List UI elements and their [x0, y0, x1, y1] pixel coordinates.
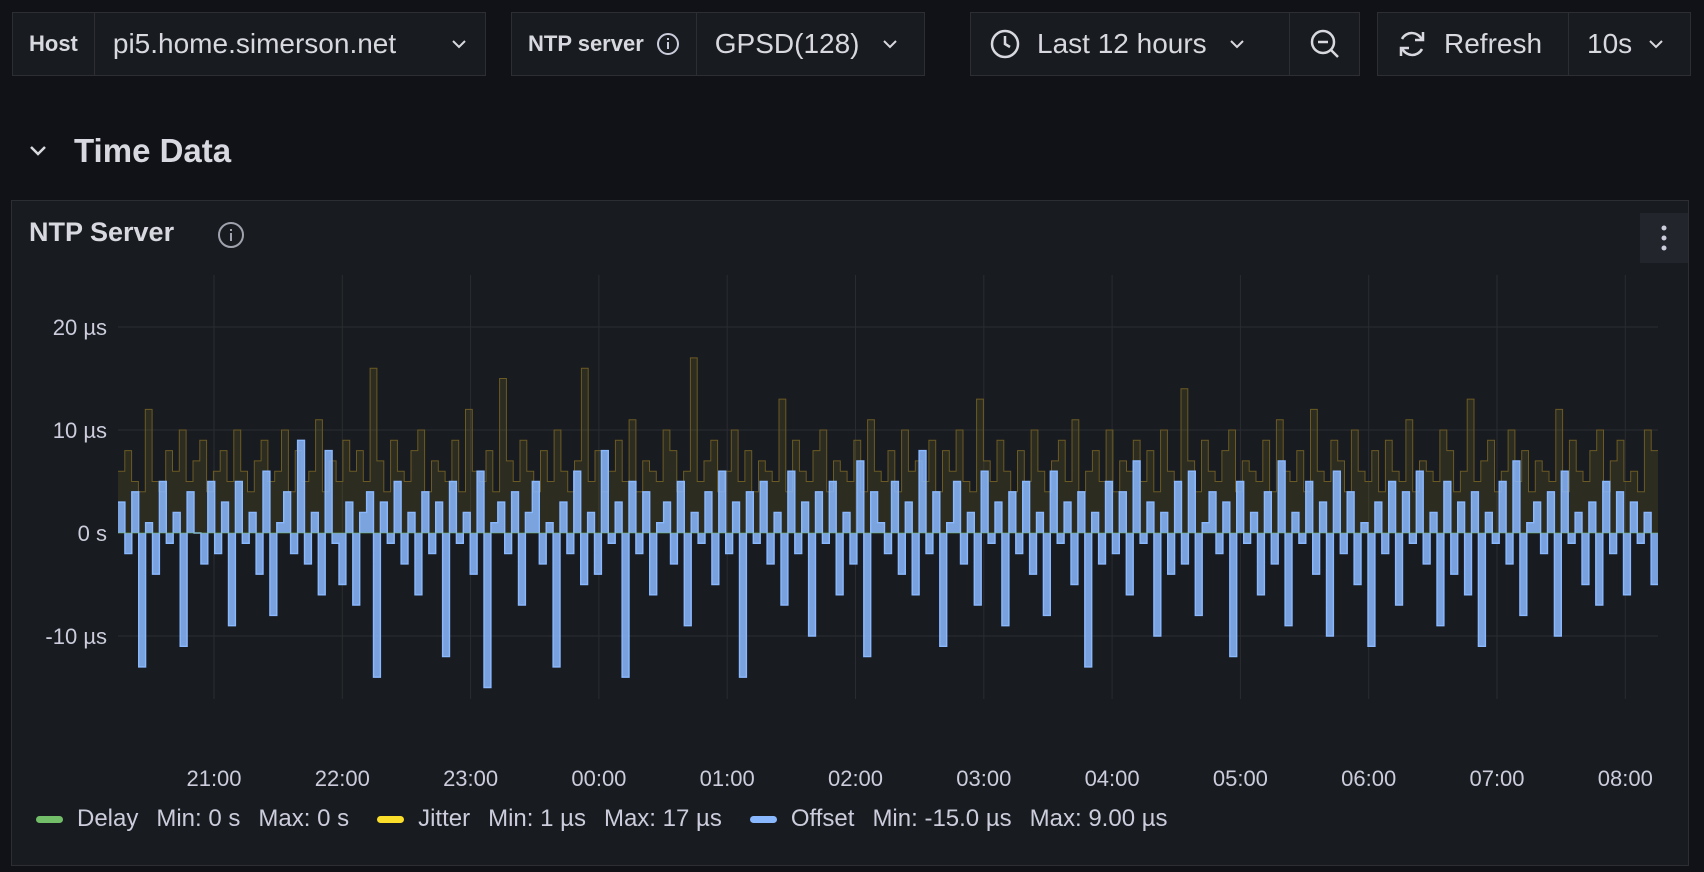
- y-tick-label: 0 s: [78, 521, 107, 546]
- ntp-select[interactable]: GPSD(128): [696, 12, 925, 76]
- chart-legend: Delay Min: 0 s Max: 0 s Jitter Min: 1 µs…: [36, 805, 1186, 833]
- time-range-value: Last 12 hours: [1037, 28, 1207, 59]
- dashboard-toolbar: Host pi5.home.simerson.net NTP server GP…: [0, 0, 1704, 90]
- legend-stat: Min: 1 µs: [488, 805, 586, 832]
- x-tick-label: 23:00: [443, 766, 498, 791]
- x-tick-label: 03:00: [956, 766, 1011, 791]
- legend-stat: Max: 0 s: [258, 805, 350, 832]
- chevron-down-icon: [1229, 39, 1245, 49]
- x-tick-label: 21:00: [186, 766, 241, 791]
- row-header[interactable]: Time Data: [26, 132, 231, 170]
- zoom-out-icon: [1309, 28, 1341, 60]
- more-vertical-icon: [1661, 225, 1667, 251]
- x-tick-label: 22:00: [315, 766, 370, 791]
- refresh-interval-select[interactable]: 10s: [1569, 12, 1691, 76]
- host-label: Host: [12, 12, 95, 76]
- y-tick-label: 10 µs: [53, 418, 107, 443]
- ntp-label: NTP server: [528, 31, 644, 56]
- refresh-label: Refresh: [1444, 28, 1543, 59]
- zoom-out-button[interactable]: [1290, 12, 1360, 76]
- host-variable: Host pi5.home.simerson.net: [12, 12, 486, 76]
- x-tick-label: 00:00: [571, 766, 626, 791]
- refresh-button[interactable]: Refresh: [1377, 12, 1569, 76]
- refresh-picker: Refresh 10s: [1377, 12, 1691, 76]
- legend-item-delay[interactable]: Delay: [77, 805, 138, 833]
- ntp-value: GPSD(128): [714, 28, 860, 59]
- legend-swatch-delay: [36, 815, 63, 823]
- x-tick-label: 07:00: [1469, 766, 1524, 791]
- time-range-button[interactable]: Last 12 hours: [970, 12, 1290, 76]
- info-icon[interactable]: [217, 221, 245, 249]
- x-tick-label: 05:00: [1213, 766, 1268, 791]
- host-value: pi5.home.simerson.net: [112, 28, 397, 59]
- time-series-chart[interactable]: 20 µs 10 µs 0 s -10 µs 21:00 22:00 23:00 00:00 0…: [12, 201, 1688, 801]
- refresh-interval-value: 10s: [1587, 28, 1633, 59]
- legend-item-jitter[interactable]: Jitter: [418, 805, 470, 833]
- legend-stat: Max: 17 µs: [603, 805, 722, 832]
- panel-menu-button[interactable]: [1640, 213, 1688, 263]
- legend-swatch-jitter: [377, 815, 405, 823]
- host-select[interactable]: pi5.home.simerson.net: [94, 12, 486, 76]
- legend-item-offset[interactable]: Offset: [791, 805, 855, 833]
- y-tick-label: 20 µs: [53, 315, 107, 340]
- legend-stat: Max: 9.00 µs: [1029, 805, 1168, 832]
- x-tick-label: 06:00: [1341, 766, 1396, 791]
- row-title: Time Data: [74, 132, 232, 169]
- y-tick-label: -10 µs: [45, 624, 107, 649]
- refresh-icon: [1396, 28, 1428, 60]
- chevron-down-icon: [1648, 39, 1664, 49]
- legend-stat: Min: 0 s: [156, 805, 241, 832]
- ntp-variable: NTP server GPSD(128): [511, 12, 925, 76]
- legend-stat: Min: -15.0 µs: [872, 805, 1012, 832]
- panel-title: NTP Server: [29, 217, 175, 247]
- ntp-label-wrap: NTP server: [511, 12, 697, 76]
- x-tick-label: 02:00: [828, 766, 883, 791]
- clock-icon: [989, 28, 1021, 60]
- chevron-down-icon: [451, 39, 467, 49]
- time-picker: Last 12 hours: [970, 12, 1360, 76]
- x-tick-label: 04:00: [1085, 766, 1140, 791]
- x-tick-label: 01:00: [700, 766, 755, 791]
- x-tick-label: 08:00: [1598, 766, 1653, 791]
- chevron-down-icon: [882, 39, 898, 49]
- chevron-down-icon[interactable]: [26, 143, 50, 159]
- legend-swatch-offset: [749, 815, 777, 823]
- ntp-server-panel: 20 µs 10 µs 0 s -10 µs 21:00 22:00 23:00 00:00 0…: [11, 200, 1689, 866]
- info-icon[interactable]: [656, 32, 680, 56]
